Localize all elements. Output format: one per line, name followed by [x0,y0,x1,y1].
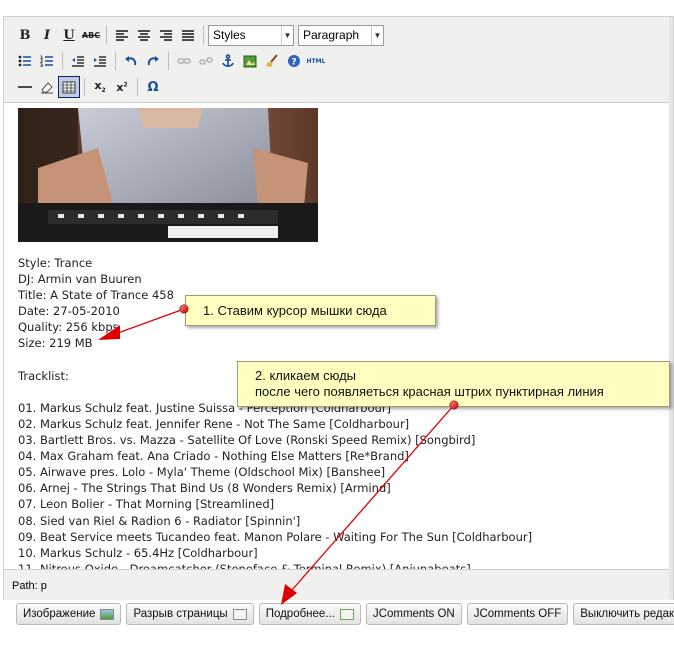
outdent-button[interactable] [67,50,89,72]
editor-content[interactable]: Style: Trance DJ: Armin van Buuren Title: … [4,104,673,569]
jcomments-off-button[interactable]: JComments OFF [466,603,569,625]
text-line: Style: Trance [18,256,93,270]
chevron-down-icon: ▼ [281,25,293,45]
text-line: 04. Max Graham feat. Ana Criado - Nothin… [18,449,409,464]
special-char-button[interactable]: Ω [142,76,164,98]
toolbar-separator [168,52,169,70]
html-source-label: HTML [306,57,326,65]
callout-step-1: 1. Ставим курсор мышки сюда [185,295,436,326]
underline-button[interactable]: U [58,24,80,46]
text-line: 08. Sied van Riel & Radion 6 - Radiator … [18,513,301,528]
readmore-button[interactable]: Подробнее... [258,603,361,625]
help-icon[interactable]: ? [283,50,305,72]
text-line: 09. Beat Service meets Tucandeo feat. Ma… [18,529,533,544]
editor-toolbar: B I U ABC Styles ▼ Paragraph ▼ 123 ? HTM… [4,17,673,103]
chevron-down-icon: ▼ [371,25,383,45]
picture-icon [100,608,115,620]
pagebreak-button[interactable]: Разрыв страницы [126,603,254,625]
cleanup-brush-icon[interactable] [261,50,283,72]
callout-step-1-text: 1. Ставим курсор мышки сюда [203,303,387,318]
toolbar-separator [84,78,85,96]
dj-photo [18,108,318,242]
jcomments-on-button[interactable]: JComments ON [365,603,462,625]
toggle-editor-label: Выключить редактор [580,608,674,620]
toggle-editor-button[interactable]: Выключить редактор [573,603,674,625]
styles-select-value: Styles [213,28,246,42]
path-text: Path: p [12,580,47,592]
strikethrough-button[interactable]: ABC [80,24,102,46]
toolbar-separator [106,26,107,44]
link-icon[interactable] [173,50,195,72]
eraser-icon[interactable] [36,76,58,98]
unlink-icon[interactable] [195,50,217,72]
align-justify-button[interactable] [177,24,199,46]
undo-button[interactable] [120,50,142,72]
image-button[interactable]: Изображение [16,603,122,625]
redo-button[interactable] [142,50,164,72]
toolbar-row-1: B I U ABC Styles ▼ Paragraph ▼ [14,23,388,47]
text-line: Size: 219 MB [18,336,93,351]
format-select[interactable]: Paragraph ▼ [298,24,384,46]
bold-button[interactable]: B [14,24,36,46]
toolbar-separator [115,52,116,70]
omega-label: Ω [147,79,159,95]
styles-select[interactable]: Styles ▼ [208,24,294,46]
toolbar-separator [62,52,63,70]
format-select-value: Paragraph [303,28,360,42]
callout-step-2: 2. кликаем сюды после чего появляеться к… [237,361,670,407]
text-line: 03. Bartlett Bros. vs. Mazza - Satellite… [18,433,476,448]
callout-step-2-line-1: 2. кликаем сюды [255,368,357,383]
text-line: 06. Arnej - The Strings That Bind Us (8 … [18,481,391,496]
anchor-icon[interactable] [217,50,239,72]
html-source-button[interactable]: HTML [305,50,327,72]
text-line: 05. Airwave pres. Lolo - Myla' Theme (Ol… [18,465,386,480]
table-visual-aid-button[interactable] [58,76,80,98]
text-line: 02. Markus Schulz feat. Jennifer Rene - … [18,416,410,431]
image-button-label: Изображение [23,608,96,620]
italic-button[interactable]: I [36,24,58,46]
pagebreak-button-label: Разрыв страницы [133,608,228,620]
jcomments-on-label: JComments ON [372,608,455,620]
toolbar-separator [203,26,204,44]
superscript-button[interactable]: x2 [111,76,133,98]
bullet-list-button[interactable] [14,50,36,72]
toolbar-row-3: x2 x2 Ω [14,75,164,99]
readmore-button-label: Подробнее... [265,608,335,620]
toolbar-separator [137,78,138,96]
numbered-list-button[interactable]: 123 [36,50,58,72]
horizontal-rule-button[interactable] [14,76,36,98]
text-line: DJ: Armin van Buuren [18,272,142,287]
jcomments-off-label: JComments OFF [473,608,562,620]
text-line: 11. Nitrous Oxide - Dreamcatcher (Stonef… [18,561,471,569]
path-bar: Path: p [4,569,673,600]
text-line: 07. Leon Bolier - That Morning [Streamli… [18,497,275,512]
subscript-button[interactable]: x2 [89,76,111,98]
page-plus-icon [339,608,354,620]
scrollbar[interactable] [669,17,673,599]
align-center-button[interactable] [133,24,155,46]
align-right-button[interactable] [155,24,177,46]
editor-buttons: Изображение Разрыв страницы Подробнее...… [16,603,674,625]
toolbar-row-2: 123 ? HTML [14,49,327,73]
svg-text:?: ? [291,58,296,68]
text-line: 10. Markus Schulz - 65.4Hz [Coldharbour] [18,545,258,560]
indent-button[interactable] [89,50,111,72]
align-left-button[interactable] [111,24,133,46]
page-icon [232,608,247,620]
svg-text:3: 3 [40,63,43,67]
insert-image-icon[interactable] [239,50,261,72]
callout-step-2-line-2: после чего появляеться красная штрих пун… [255,384,604,399]
